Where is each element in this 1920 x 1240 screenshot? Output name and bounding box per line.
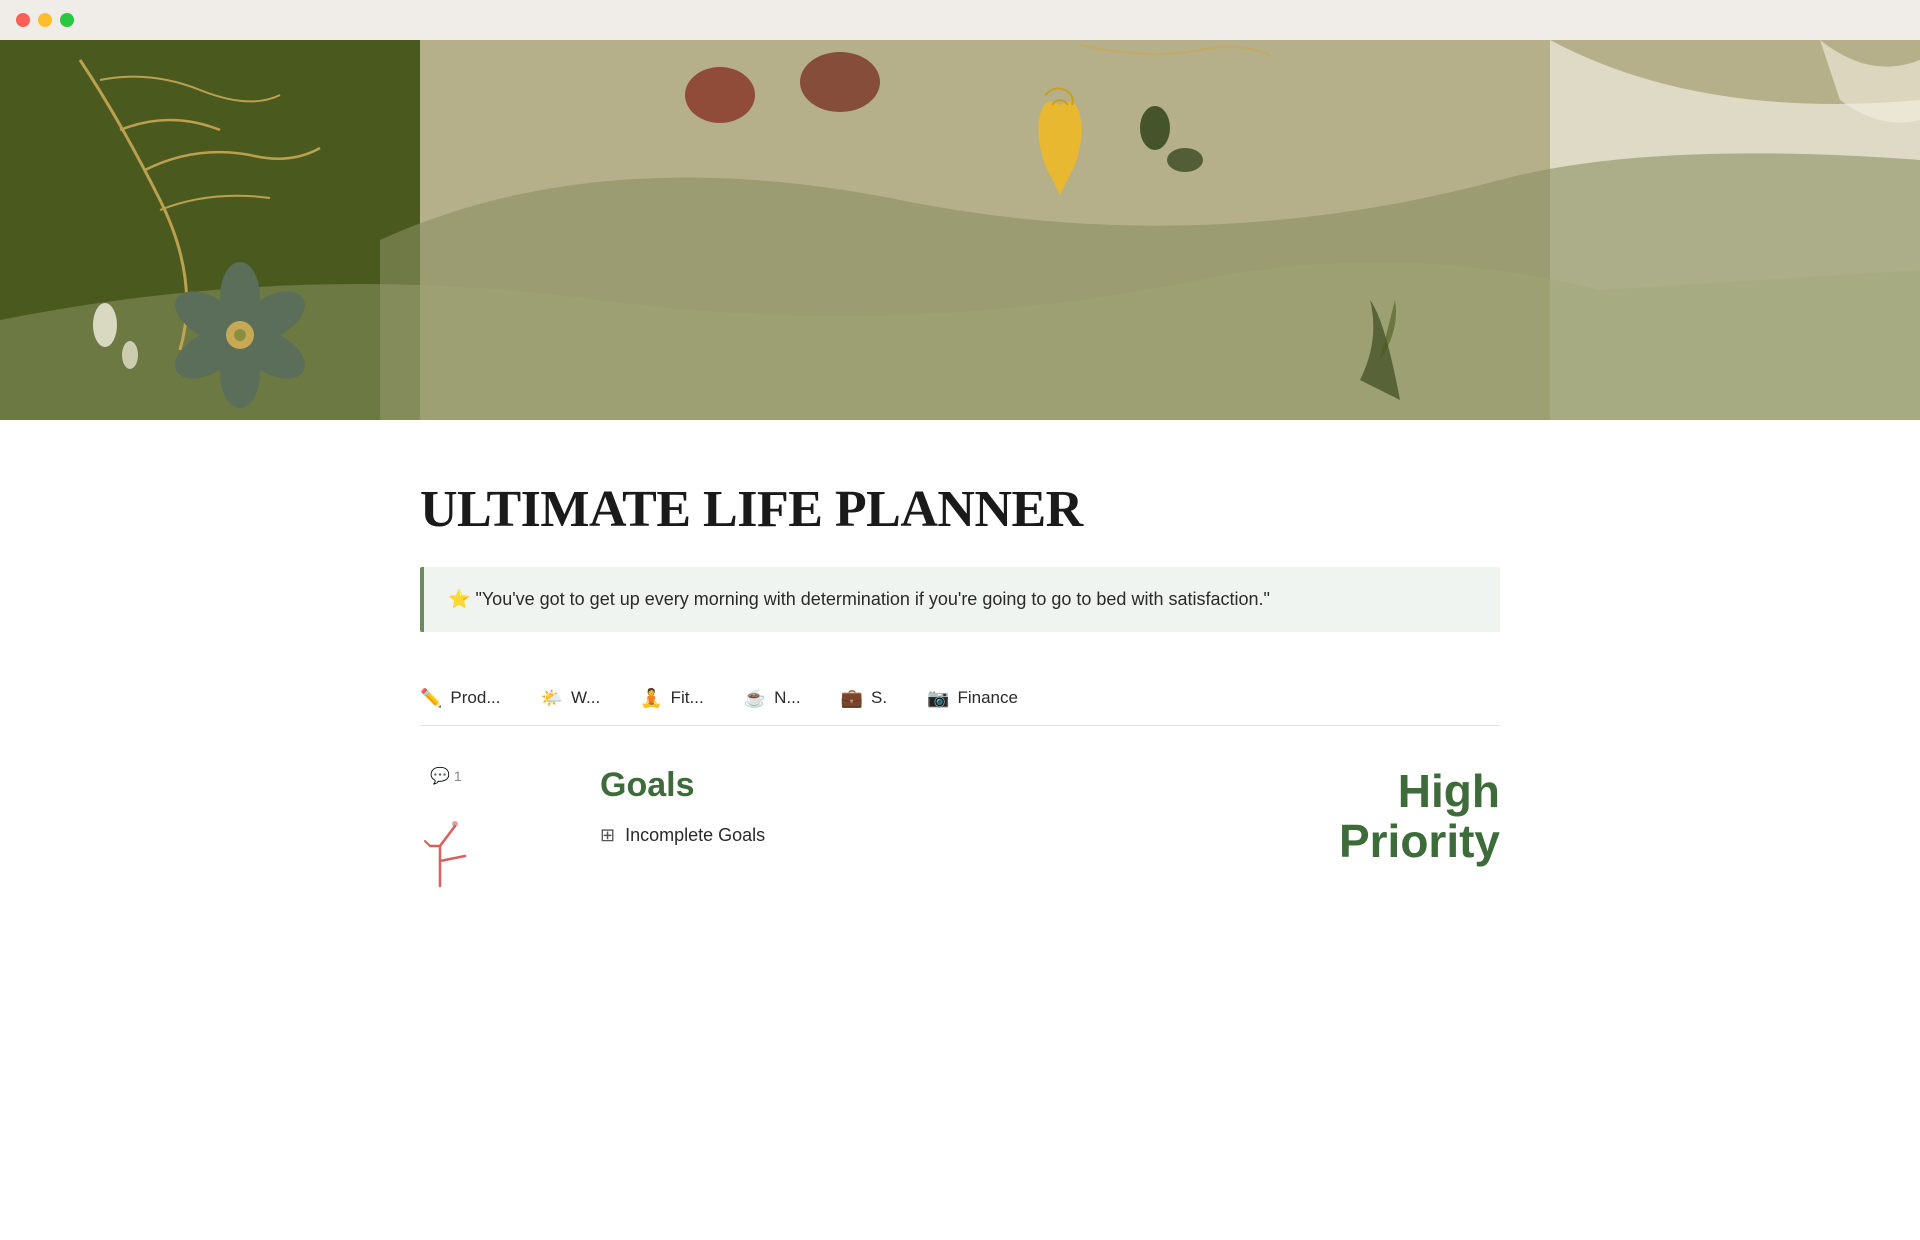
tab-fitness[interactable]: 🧘 Fit... bbox=[632, 680, 735, 717]
incomplete-goals-row[interactable]: ⊞ Incomplete Goals bbox=[600, 825, 765, 846]
quote-block: ⭐ "You've got to get up every morning wi… bbox=[420, 567, 1500, 632]
quote-content: "You've got to get up every morning with… bbox=[475, 589, 1269, 609]
nutrition-icon: ☕ bbox=[744, 688, 766, 709]
left-area: 💬 1 Goals bbox=[420, 766, 765, 896]
comment-count: 1 bbox=[454, 768, 462, 784]
comment-badge: 💬 1 bbox=[430, 766, 462, 786]
tab-wellness-label: W... bbox=[571, 688, 600, 708]
tab-productivity[interactable]: ✏️ Prod... bbox=[420, 680, 533, 717]
goals-title: Goals bbox=[600, 766, 765, 805]
maximize-button[interactable] bbox=[60, 13, 74, 27]
priority-word: Priority bbox=[1339, 816, 1500, 867]
bottom-section: 💬 1 Goals bbox=[420, 726, 1500, 896]
finance-icon: 📷 bbox=[927, 688, 949, 709]
priority-section: High Priority bbox=[1339, 766, 1500, 867]
tab-fitness-label: Fit... bbox=[671, 688, 704, 708]
tab-nutrition[interactable]: ☕ N... bbox=[736, 680, 833, 717]
comment-icon: 💬 bbox=[430, 766, 450, 786]
tab-schedule[interactable]: 💼 S. bbox=[833, 680, 919, 717]
minimize-button[interactable] bbox=[38, 13, 52, 27]
priority-label: High Priority bbox=[1339, 766, 1500, 867]
close-button[interactable] bbox=[16, 13, 30, 27]
quote-emoji: ⭐ bbox=[448, 589, 470, 609]
page-title: ULTIMATE LIFE PLANNER bbox=[420, 480, 1500, 539]
schedule-icon: 💼 bbox=[841, 688, 863, 709]
productivity-icon: ✏️ bbox=[420, 688, 442, 709]
tab-wellness[interactable]: 🌤️ W... bbox=[533, 680, 633, 717]
hero-banner bbox=[0, 40, 1920, 420]
priority-high: High bbox=[1339, 766, 1500, 817]
tab-schedule-label: S. bbox=[871, 688, 887, 708]
fitness-icon: 🧘 bbox=[640, 688, 662, 709]
quote-text: ⭐ "You've got to get up every morning wi… bbox=[448, 589, 1270, 609]
wellness-icon: 🌤️ bbox=[541, 688, 563, 709]
tab-nutrition-label: N... bbox=[774, 688, 800, 708]
incomplete-goals-label: Incomplete Goals bbox=[625, 825, 765, 846]
tab-finance[interactable]: 📷 Finance bbox=[919, 680, 1050, 717]
tab-productivity-label: Prod... bbox=[450, 688, 500, 708]
thumbnail-area: 💬 1 bbox=[420, 766, 560, 896]
thumbnail-sketch bbox=[420, 796, 540, 896]
window-chrome bbox=[0, 0, 1920, 40]
tab-finance-label: Finance bbox=[957, 688, 1017, 708]
goals-section: Goals ⊞ Incomplete Goals bbox=[600, 766, 765, 846]
page-container: ULTIMATE LIFE PLANNER ⭐ "You've got to g… bbox=[0, 40, 1920, 936]
nav-tabs: ✏️ Prod... 🌤️ W... 🧘 Fit... ☕ N... 💼 S. … bbox=[420, 680, 1500, 726]
page-content: ULTIMATE LIFE PLANNER ⭐ "You've got to g… bbox=[260, 420, 1660, 936]
table-icon: ⊞ bbox=[600, 825, 615, 846]
